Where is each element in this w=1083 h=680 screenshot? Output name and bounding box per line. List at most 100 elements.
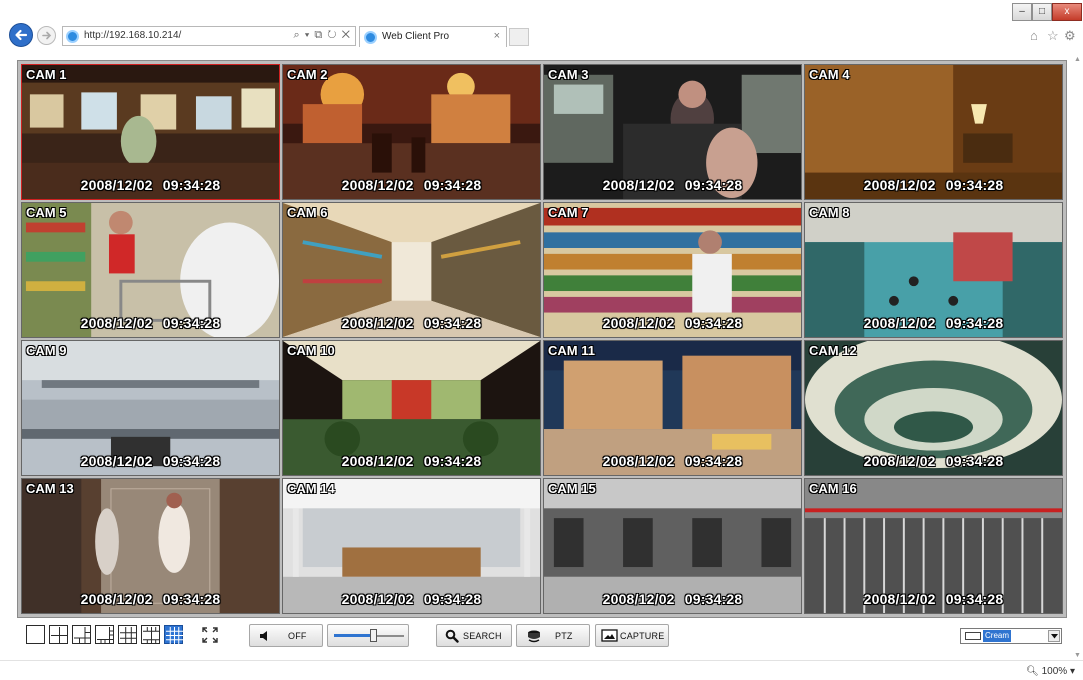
camera-tile-13[interactable]: CAM 13 2008/12/02 09:34:28 bbox=[21, 478, 280, 614]
camera-tile-5[interactable]: CAM 5 2008/12/02 09:34:28 bbox=[21, 202, 280, 338]
viewer-toolbar: OFF SEARCH PTZ CAPTURE Cream bbox=[17, 620, 1067, 650]
camera-timestamp: 2008/12/02 09:34:28 bbox=[863, 315, 1004, 331]
zoom-value: 100% bbox=[1041, 666, 1068, 677]
speaker-icon bbox=[260, 631, 267, 641]
camera-tile-10[interactable]: CAM 10 2008/12/02 09:34:28 bbox=[282, 340, 541, 476]
address-url[interactable]: http://192.168.10.214/ bbox=[84, 30, 181, 41]
ptz-label: PTZ bbox=[555, 631, 573, 641]
camera-viewer: CAM 1 2008/12/02 09:34:28 CAM 2 2008/12/02 … bbox=[17, 60, 1067, 618]
tab-page-icon bbox=[364, 31, 377, 44]
camera-label: CAM 10 bbox=[287, 343, 335, 358]
camera-tile-7[interactable]: CAM 7 2008/12/02 09:34:28 bbox=[543, 202, 802, 338]
capture-button[interactable]: CAPTURE bbox=[595, 624, 669, 647]
camera-label: CAM 12 bbox=[809, 343, 857, 358]
camera-tile-14[interactable]: CAM 14 2008/12/02 09:34:28 bbox=[282, 478, 541, 614]
sixteen-view-icon bbox=[166, 627, 183, 644]
theme-select[interactable]: Cream bbox=[960, 628, 1062, 644]
camera-timestamp: 2008/12/02 09:34:28 bbox=[341, 177, 482, 193]
gear-icon[interactable]: ⚙ bbox=[1064, 28, 1076, 44]
camera-timestamp: 2008/12/02 09:34:28 bbox=[80, 177, 221, 193]
address-tools[interactable]: ⌕ ▾ ⧉ ↻ ✕ bbox=[293, 29, 351, 42]
fullscreen-icon bbox=[202, 627, 218, 643]
forward-arrow-icon bbox=[42, 31, 52, 40]
layout-1plus5-button[interactable] bbox=[72, 625, 91, 644]
camera-label: CAM 13 bbox=[26, 481, 74, 496]
camera-timestamp: 2008/12/02 09:34:28 bbox=[602, 315, 743, 331]
new-tab-button[interactable] bbox=[509, 28, 529, 46]
camera-timestamp: 2008/12/02 09:34:28 bbox=[863, 591, 1004, 607]
tab-close-icon[interactable]: × bbox=[494, 30, 500, 42]
camera-tile-8[interactable]: CAM 8 2008/12/02 09:34:28 bbox=[804, 202, 1063, 338]
camera-grid: CAM 1 2008/12/02 09:34:28 CAM 2 2008/12/02 … bbox=[21, 64, 1063, 614]
browser-chrome: http://192.168.10.214/ ⌕ ▾ ⧉ ↻ ✕ Web Cli… bbox=[0, 0, 1083, 52]
search-icon bbox=[445, 629, 459, 643]
camera-tile-6[interactable]: CAM 6 2008/12/02 09:34:28 bbox=[282, 202, 541, 338]
theme-swatch bbox=[965, 632, 981, 640]
camera-label: CAM 7 bbox=[548, 205, 589, 220]
zoom-icon: 🔍︎ bbox=[1026, 666, 1042, 677]
camera-timestamp: 2008/12/02 09:34:28 bbox=[80, 591, 221, 607]
nine-view-icon bbox=[120, 627, 137, 644]
camera-tile-15[interactable]: CAM 15 2008/12/02 09:34:28 bbox=[543, 478, 802, 614]
back-button[interactable] bbox=[9, 23, 33, 47]
minimize-button[interactable]: – bbox=[1012, 3, 1032, 21]
dropdown-arrow-icon[interactable] bbox=[1048, 630, 1060, 642]
layout-4x4-button[interactable] bbox=[164, 625, 183, 644]
capture-label: CAPTURE bbox=[620, 631, 665, 641]
camera-label: CAM 16 bbox=[809, 481, 857, 496]
camera-label: CAM 5 bbox=[26, 205, 67, 220]
camera-label: CAM 2 bbox=[287, 67, 328, 82]
window-controls: – □ x bbox=[1012, 3, 1082, 22]
camera-label: CAM 1 bbox=[26, 67, 67, 82]
theme-value: Cream bbox=[983, 630, 1012, 642]
camera-timestamp: 2008/12/02 09:34:28 bbox=[602, 177, 743, 193]
camera-tile-3[interactable]: CAM 3 2008/12/02 09:34:28 bbox=[543, 64, 802, 200]
layout-2x2-button[interactable] bbox=[49, 625, 68, 644]
camera-label: CAM 8 bbox=[809, 205, 850, 220]
camera-tile-11[interactable]: CAM 11 2008/12/02 09:34:28 bbox=[543, 340, 802, 476]
fullscreen-button[interactable] bbox=[200, 625, 220, 645]
layout-1x1-button[interactable] bbox=[26, 625, 45, 644]
status-bar: 🔍︎ 100% ▾ bbox=[0, 660, 1083, 680]
layout-1plus7-button[interactable] bbox=[95, 625, 114, 644]
camera-timestamp: 2008/12/02 09:34:28 bbox=[602, 453, 743, 469]
tab-web-client-pro[interactable]: Web Client Pro × bbox=[359, 26, 507, 47]
home-icon[interactable]: ⌂ bbox=[1030, 28, 1038, 43]
camera-label: CAM 11 bbox=[548, 343, 595, 358]
camera-tile-4[interactable]: CAM 4 2008/12/02 09:34:28 bbox=[804, 64, 1063, 200]
single-view-icon bbox=[28, 627, 45, 644]
capture-icon bbox=[601, 629, 618, 642]
zoom-level[interactable]: 🔍︎ 100% ▾ bbox=[1026, 666, 1075, 677]
camera-tile-16[interactable]: CAM 16 2008/12/02 09:34:28 bbox=[804, 478, 1063, 614]
close-window-button[interactable]: x bbox=[1052, 3, 1082, 21]
volume-thumb[interactable] bbox=[370, 629, 377, 642]
camera-timestamp: 2008/12/02 09:34:28 bbox=[341, 591, 482, 607]
browser-page-icon bbox=[66, 30, 79, 43]
maximize-button[interactable]: □ bbox=[1032, 3, 1052, 21]
scroll-down-arrow-icon[interactable]: ▼ bbox=[1074, 652, 1081, 659]
camera-label: CAM 6 bbox=[287, 205, 328, 220]
audio-toggle-button[interactable]: OFF bbox=[249, 624, 323, 647]
ten-view-icon bbox=[143, 627, 160, 644]
star-icon[interactable]: ☆ bbox=[1047, 28, 1059, 44]
tab-title: Web Client Pro bbox=[382, 31, 450, 42]
camera-label: CAM 9 bbox=[26, 343, 67, 358]
camera-tile-9[interactable]: CAM 9 2008/12/02 09:34:28 bbox=[21, 340, 280, 476]
scroll-up-arrow-icon[interactable]: ▲ bbox=[1074, 56, 1081, 63]
volume-slider[interactable] bbox=[327, 624, 409, 647]
camera-label: CAM 3 bbox=[548, 67, 589, 82]
camera-label: CAM 4 bbox=[809, 67, 850, 82]
address-bar[interactable]: http://192.168.10.214/ ⌕ ▾ ⧉ ↻ ✕ bbox=[62, 26, 356, 46]
camera-tile-2[interactable]: CAM 2 2008/12/02 09:34:28 bbox=[282, 64, 541, 200]
search-button[interactable]: SEARCH bbox=[436, 624, 512, 647]
forward-button[interactable] bbox=[37, 26, 56, 45]
camera-timestamp: 2008/12/02 09:34:28 bbox=[341, 315, 482, 331]
camera-label: CAM 14 bbox=[287, 481, 335, 496]
camera-timestamp: 2008/12/02 09:34:28 bbox=[602, 591, 743, 607]
layout-3x3-button[interactable] bbox=[118, 625, 137, 644]
camera-tile-1[interactable]: CAM 1 2008/12/02 09:34:28 bbox=[21, 64, 280, 200]
layout-2plus8-button[interactable] bbox=[141, 625, 160, 644]
camera-tile-12[interactable]: CAM 12 2008/12/02 09:34:28 bbox=[804, 340, 1063, 476]
ptz-button[interactable]: PTZ bbox=[516, 624, 590, 647]
ptz-camera-icon bbox=[528, 630, 540, 643]
